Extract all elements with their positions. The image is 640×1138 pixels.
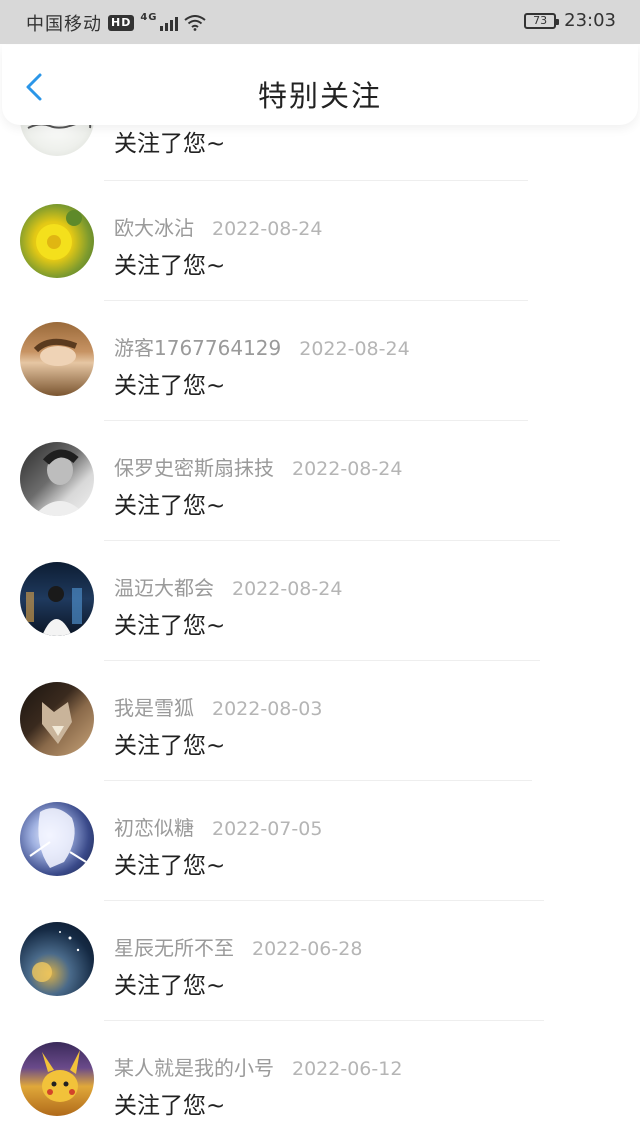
message-text: 关注了您~ <box>114 733 226 759</box>
network-type: 4G <box>140 11 158 23</box>
battery-icon: 73 <box>524 12 560 29</box>
divider <box>104 540 560 541</box>
follower-name-line: 温迈大都会 2022-08-24 <box>114 572 342 601</box>
follower-name[interactable]: 我是雪狐 <box>114 696 194 720</box>
nav-bar: 特别关注 <box>2 45 638 125</box>
divider <box>104 900 544 901</box>
follower-name[interactable]: 游客1767764129 <box>114 336 281 360</box>
follower-name-line: 星辰无所不至 2022-06-28 <box>114 932 362 961</box>
follower-name-line: 我是雪狐 2022-08-03 <box>114 692 322 721</box>
city-night-avatar-image <box>26 586 82 636</box>
anime-girl-avatar-image <box>29 808 87 868</box>
message-text: 关注了您~ <box>114 253 226 279</box>
starry-avatar-image <box>32 931 80 982</box>
divider <box>104 300 528 301</box>
follower-name-line: 某人就是我的小号 2022-06-12 <box>114 1052 402 1081</box>
list-item[interactable]: 游客1767764129 2022-08-24 关注了您~ <box>0 320 640 440</box>
message-text: 关注了您~ <box>114 973 226 999</box>
pikachu-avatar-image <box>42 1050 80 1102</box>
follower-name[interactable]: 初恋似糖 <box>114 816 194 840</box>
wifi-icon <box>183 15 206 31</box>
follow-date: 2022-08-24 <box>232 578 343 600</box>
status-bar: 中国移动 HD 4G 73 23:03 <box>0 0 640 44</box>
follower-name[interactable]: 温迈大都会 <box>114 576 214 600</box>
signal-icon <box>159 15 178 31</box>
follow-date: 2022-06-12 <box>292 1058 403 1080</box>
divider <box>104 660 540 661</box>
status-left: 中国移动 HD 4G <box>26 10 206 36</box>
follower-name[interactable]: 保罗史密斯扇抹技 <box>114 456 274 480</box>
follow-date: 2022-08-24 <box>299 338 410 360</box>
avatar[interactable] <box>20 322 94 396</box>
girl-lying-avatar-image <box>33 338 78 366</box>
divider <box>104 1020 544 1021</box>
message-text: 关注了您~ <box>114 131 226 157</box>
clock: 23:03 <box>564 10 616 31</box>
list-item[interactable]: 温迈大都会 2022-08-24 关注了您~ <box>0 560 640 680</box>
avatar[interactable] <box>20 562 94 636</box>
divider <box>104 420 528 421</box>
list-item[interactable]: 我是雪狐 2022-08-03 关注了您~ <box>0 680 640 800</box>
list-item[interactable]: 星辰无所不至 2022-06-28 关注了您~ <box>0 920 640 1040</box>
hd-badge: HD <box>108 15 135 31</box>
page-title: 特别关注 <box>257 79 382 113</box>
follow-date: 2022-08-03 <box>212 698 323 720</box>
follow-date: 2022-08-24 <box>292 458 403 480</box>
list-item[interactable]: 保罗史密斯扇抹技 2022-08-24 关注了您~ <box>0 440 640 560</box>
follower-list: 关注了您~ 欧大冰沾 2022-08-24 关注了您~ 游客1767764129 2… <box>0 0 640 1138</box>
avatar[interactable] <box>20 1042 94 1116</box>
battery-level: 73 <box>533 14 548 27</box>
message-text: 关注了您~ <box>114 373 226 399</box>
follow-date: 2022-08-24 <box>212 218 323 240</box>
avatar[interactable] <box>20 442 94 516</box>
list-item[interactable]: 某人就是我的小号 2022-06-12 关注了您~ <box>0 1040 640 1138</box>
carrier-name: 中国移动 <box>26 14 102 35</box>
avatar[interactable] <box>20 682 94 756</box>
follower-name-line: 游客1767764129 2022-08-24 <box>114 332 410 361</box>
yellow-flower-avatar-image <box>36 210 82 260</box>
message-text: 关注了您~ <box>114 1093 226 1119</box>
status-right: 73 23:03 <box>524 10 616 31</box>
follower-name-line: 保罗史密斯扇抹技 2022-08-24 <box>114 452 402 481</box>
message-text: 关注了您~ <box>114 853 226 879</box>
follower-name[interactable]: 星辰无所不至 <box>114 936 234 960</box>
follow-date: 2022-07-05 <box>212 818 323 840</box>
divider <box>104 780 532 781</box>
list-item[interactable]: 欧大冰沾 2022-08-24 关注了您~ <box>0 200 640 320</box>
bw-man-avatar-image <box>34 449 86 516</box>
avatar[interactable] <box>20 922 94 996</box>
avatar[interactable] <box>20 802 94 876</box>
follow-date: 2022-06-28 <box>252 938 363 960</box>
avatar[interactable] <box>20 204 94 278</box>
message-text: 关注了您~ <box>114 493 226 519</box>
wolf-avatar-image <box>42 702 72 744</box>
follower-name[interactable]: 欧大冰沾 <box>114 216 194 240</box>
follower-name[interactable]: 某人就是我的小号 <box>114 1056 274 1080</box>
list-item[interactable]: 初恋似糖 2022-07-05 关注了您~ <box>0 800 640 920</box>
divider <box>104 180 528 181</box>
follower-name-line: 欧大冰沾 2022-08-24 <box>114 212 322 241</box>
follower-name-line: 初恋似糖 2022-07-05 <box>114 812 322 841</box>
message-text: 关注了您~ <box>114 613 226 639</box>
